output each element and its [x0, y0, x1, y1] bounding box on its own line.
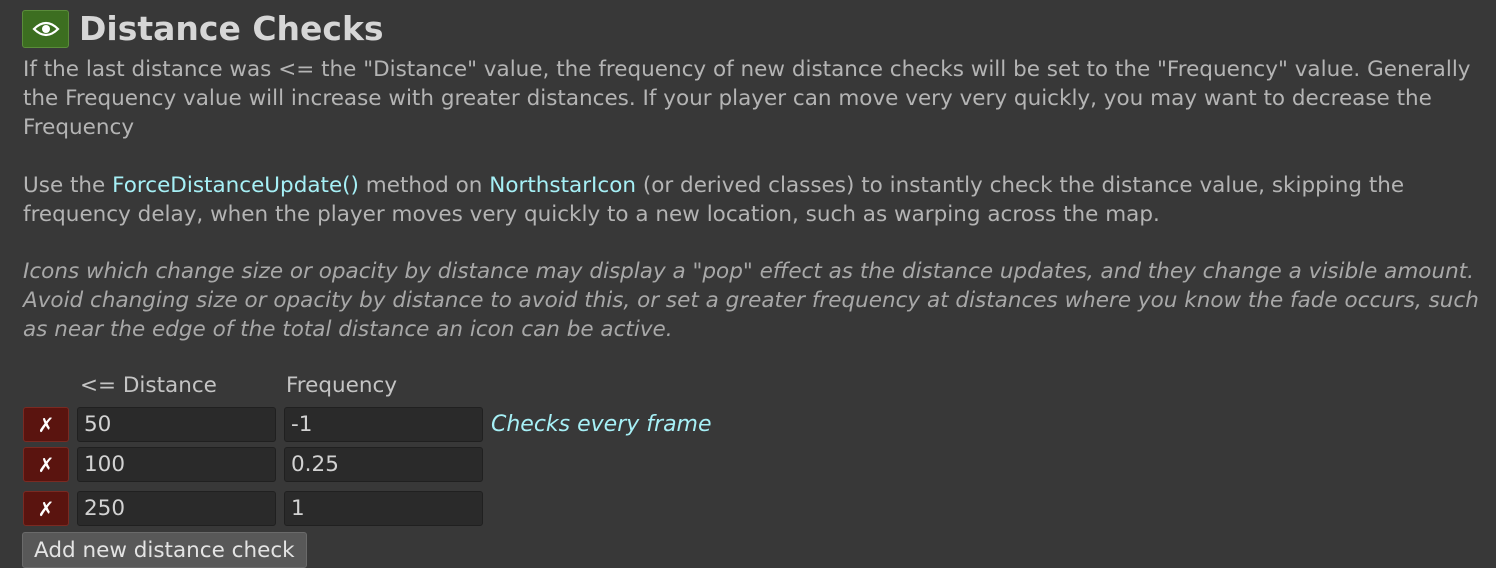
distance-check-row: ✗ 250 1: [23, 491, 483, 526]
frequency-field[interactable]: 0.25: [284, 447, 483, 482]
description-paragraph-force-update: Use the ForceDistanceUpdate() method on …: [23, 171, 1483, 229]
section-title: Distance Checks: [79, 9, 384, 48]
visibility-toggle-button[interactable]: [22, 10, 69, 48]
method-name: ForceDistanceUpdate(): [112, 173, 359, 198]
frequency-field[interactable]: -1: [284, 407, 483, 442]
section-header: Distance Checks: [22, 10, 384, 48]
row-note: Checks every frame: [491, 412, 712, 437]
distance-field[interactable]: 100: [77, 447, 276, 482]
text-span: Use the: [23, 173, 113, 198]
text-span: method on: [358, 173, 490, 198]
description-paragraph-pop-warning: Icons which change size or opacity by di…: [23, 259, 1479, 342]
delete-row-button[interactable]: ✗: [23, 407, 69, 442]
eye-icon: [31, 21, 60, 37]
description-paragraph-frequency: If the last distance was <= the "Distanc…: [23, 57, 1471, 140]
distance-checks-panel: Distance Checks If the last distance was…: [0, 0, 1496, 568]
delete-row-button[interactable]: ✗: [23, 491, 69, 526]
distance-column-header: <= Distance: [80, 373, 217, 398]
delete-row-button[interactable]: ✗: [23, 447, 69, 482]
frequency-field[interactable]: 1: [284, 491, 483, 526]
distance-check-row: ✗ 50 -1 Checks every frame: [23, 407, 712, 442]
distance-check-row: ✗ 100 0.25: [23, 447, 483, 482]
frequency-column-header: Frequency: [286, 373, 398, 398]
add-distance-check-button[interactable]: Add new distance check: [22, 532, 307, 568]
class-name: NorthstarIcon: [489, 173, 636, 198]
distance-field[interactable]: 250: [77, 491, 276, 526]
distance-field[interactable]: 50: [77, 407, 276, 442]
